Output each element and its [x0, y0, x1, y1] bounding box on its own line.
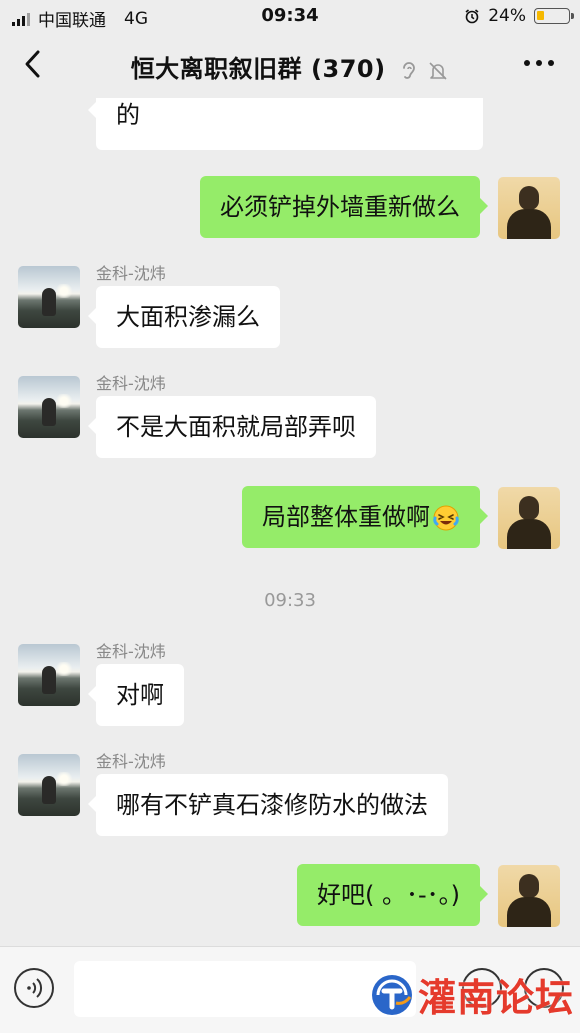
self-avatar[interactable]	[498, 487, 560, 549]
message-timestamp: 09:33	[264, 590, 316, 611]
chat-title-text: 恒大离职叙旧群 (370)	[130, 55, 386, 83]
sender-name: 金科-沈炜	[96, 264, 166, 283]
laughing-tears-emoji-icon	[433, 505, 459, 531]
self-avatar[interactable]	[498, 865, 560, 927]
chat-header: 恒大离职叙旧群 (370)	[0, 32, 580, 98]
battery-icon	[534, 8, 574, 24]
message-bubble[interactable]: 大面积渗漏么	[88, 286, 280, 348]
message-bubble[interactable]: 好吧( 。･-･。)	[296, 864, 489, 926]
sender-name: 金科-沈炜	[96, 374, 166, 393]
message-bubble[interactable]: 哪有不铲真石漆修防水的做法	[88, 774, 448, 836]
message-bubble[interactable]: 必须铲掉外墙重新做么	[200, 176, 488, 238]
watermark-text: 灌南论坛	[417, 976, 574, 1020]
message-list[interactable]: 的 必须铲掉外墙重新做么 金科-沈炜 大面积渗漏么 金科-沈炜 不是大面积就局部…	[0, 98, 580, 946]
voice-wave-icon	[27, 978, 43, 998]
mute-bell-icon	[429, 62, 447, 80]
voice-input-button[interactable]	[14, 968, 54, 1008]
more-options-icon[interactable]	[524, 60, 554, 66]
sender-avatar[interactable]	[18, 266, 80, 328]
status-bar: 中国联通 4G 09:34 24%	[0, 0, 580, 32]
message-bubble[interactable]: 局部整体重做啊	[242, 486, 488, 548]
watermark-logo-icon	[371, 974, 412, 1015]
chat-title: 恒大离职叙旧群 (370)	[0, 49, 580, 84]
sender-name: 金科-沈炜	[96, 752, 166, 771]
alarm-icon	[465, 9, 479, 24]
self-avatar[interactable]	[498, 177, 560, 239]
input-bar: 灌南论坛	[0, 946, 580, 1033]
sender-name: 金科-沈炜	[96, 642, 166, 661]
earpiece-icon	[403, 62, 416, 79]
sender-avatar[interactable]	[18, 754, 80, 816]
sender-avatar[interactable]	[18, 644, 80, 706]
message-bubble[interactable]: 的	[88, 98, 483, 150]
sender-avatar[interactable]	[18, 376, 80, 438]
watermark: 灌南论坛	[370, 967, 574, 1022]
battery-percent: 24%	[488, 6, 526, 26]
message-bubble[interactable]: 不是大面积就局部弄呗	[88, 396, 376, 458]
message-input[interactable]	[74, 961, 416, 1017]
message-bubble[interactable]: 对啊	[88, 664, 184, 726]
